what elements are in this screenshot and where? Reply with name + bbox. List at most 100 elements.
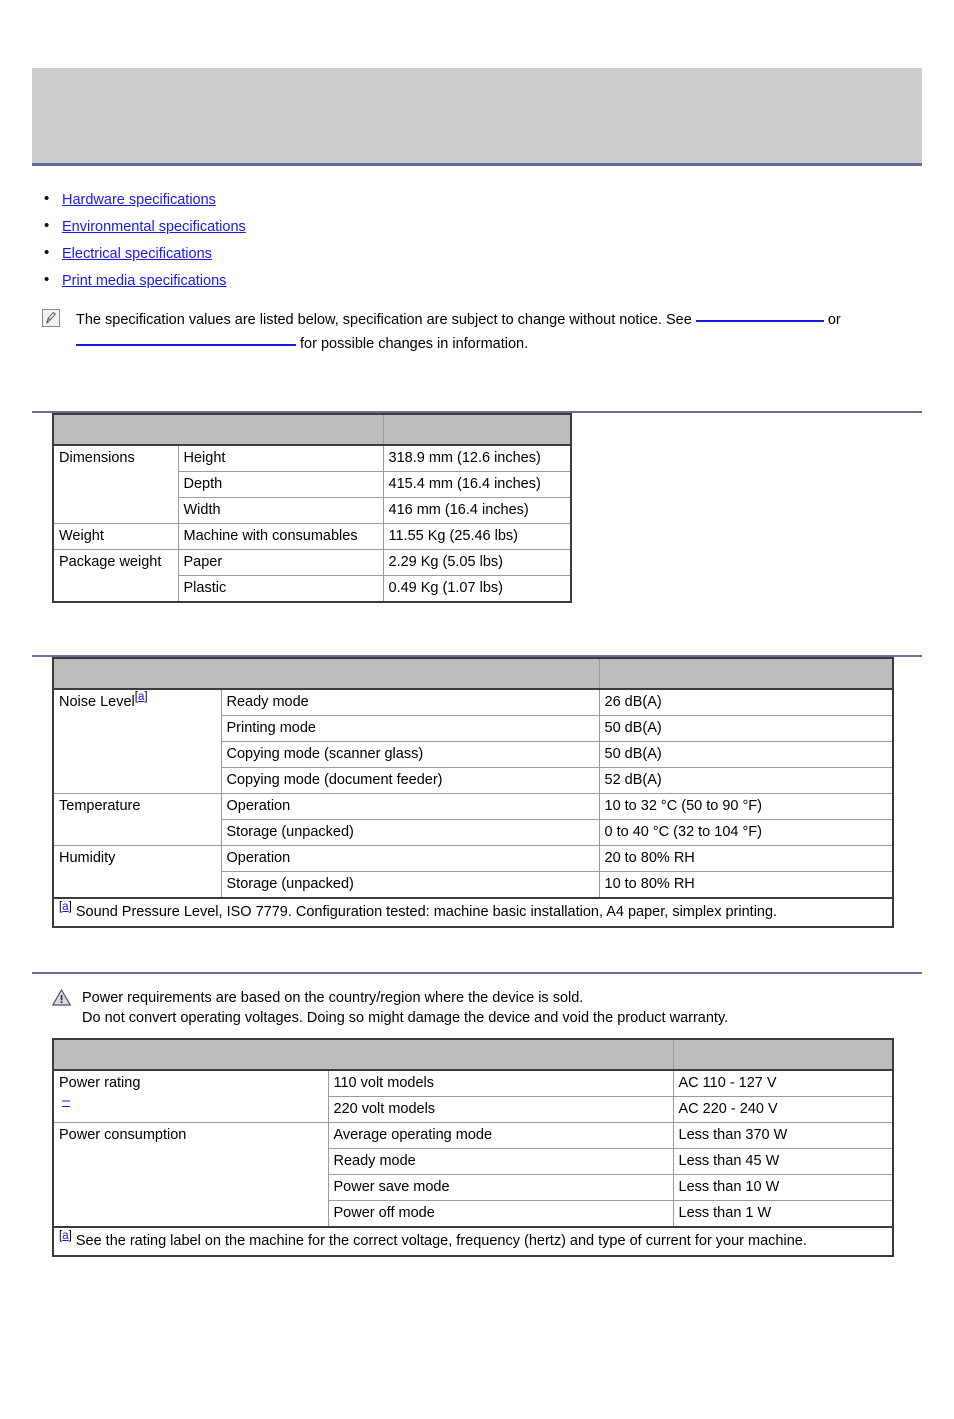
- row-label-dimensions: Dimensions: [52, 444, 179, 524]
- table-row: Power consumption Average operating mode…: [52, 1122, 894, 1228]
- page-header-banner: [32, 68, 922, 166]
- row-sublabel: Ready mode: [327, 1148, 674, 1175]
- toc-link-environmental-specifications[interactable]: Environmental specifications: [62, 219, 246, 235]
- table-footnote: [a] Sound Pressure Level, ISO 7779. Conf…: [52, 897, 894, 928]
- row-value: 415.4 mm (16.4 inches): [382, 471, 572, 498]
- row-sublabel: Copying mode (document feeder): [220, 767, 600, 794]
- row-value: 0 to 40 °C (32 to 104 °F): [598, 819, 894, 846]
- row-value: 26 dB(A): [598, 688, 894, 716]
- table-footnote-row: [a] Sound Pressure Level, ISO 7779. Conf…: [52, 897, 894, 928]
- footnote-ref-link[interactable]: a: [138, 691, 144, 703]
- note-blank-link-1[interactable]: [695, 307, 824, 322]
- environmental-specifications-section: Noise Level[a] Ready mode 26 dB(A) Print…: [52, 657, 954, 928]
- table-row: Temperature Operation 10 to 32 °C (50 to…: [52, 793, 894, 846]
- row-value: Less than 45 W: [672, 1148, 894, 1175]
- row-label-power-rating: Power rating –: [52, 1069, 329, 1123]
- electrical-warning-text: Power requirements are based on the coun…: [52, 988, 954, 1028]
- row-sublabel: Machine with consumables: [177, 523, 384, 550]
- note-text-part2: or: [823, 312, 841, 328]
- row-sublabel: Height: [177, 444, 384, 472]
- section-divider-electrical: [32, 972, 922, 974]
- note-blank-link-2[interactable]: [76, 331, 296, 346]
- row-sublabel: Average operating mode: [327, 1122, 674, 1149]
- footnote-marker-link[interactable]: a: [62, 1230, 68, 1242]
- row-sublabel: Ready mode: [220, 688, 600, 716]
- row-sublabel: Storage (unpacked): [220, 819, 600, 846]
- table-row: Weight Machine with consumables 11.55 Kg…: [52, 523, 572, 550]
- row-value: 10 to 32 °C (50 to 90 °F): [598, 793, 894, 820]
- row-sublabel: 110 volt models: [327, 1069, 674, 1097]
- row-sublabel: Power save mode: [327, 1174, 674, 1201]
- note-pen-icon: [42, 309, 60, 327]
- row-value: 20 to 80% RH: [598, 845, 894, 872]
- row-value: 50 dB(A): [598, 741, 894, 768]
- row-sublabel: Paper: [177, 549, 384, 576]
- table-of-contents: Hardware specifications Environmental sp…: [0, 191, 954, 289]
- header-cell-category: [52, 657, 600, 690]
- hardware-specifications-table: Dimensions Height 318.9 mm (12.6 inches)…: [52, 413, 572, 603]
- footnote-marker: [a]: [59, 901, 72, 914]
- row-label-humidity: Humidity: [52, 845, 222, 899]
- header-cell-category: [52, 1038, 674, 1071]
- table-row: Power rating – 110 volt models AC 110 - 1…: [52, 1069, 894, 1123]
- row-sublabel: Operation: [220, 845, 600, 872]
- row-value: 10 to 80% RH: [598, 871, 894, 899]
- warning-line-1: Power requirements are based on the coun…: [82, 990, 584, 1006]
- hardware-specifications-section: Dimensions Height 318.9 mm (12.6 inches)…: [52, 413, 954, 603]
- row-label-weight: Weight: [52, 523, 179, 550]
- footnote-marker-link[interactable]: a: [62, 901, 68, 913]
- header-cell-value: [598, 657, 894, 690]
- row-sublabel: Width: [177, 497, 384, 524]
- table-row: Noise Level[a] Ready mode 26 dB(A): [52, 688, 894, 794]
- row-sublabel: Power off mode: [327, 1200, 674, 1228]
- row-value: 0.49 Kg (1.07 lbs): [382, 575, 572, 603]
- note-text-part1: The specification values are listed belo…: [76, 312, 696, 328]
- row-value: 11.55 Kg (25.46 lbs): [382, 523, 572, 550]
- list-item: Electrical specifications: [44, 245, 954, 262]
- row-label-noise-level: Noise Level[a]: [52, 688, 222, 794]
- row-value: AC 110 - 127 V: [672, 1069, 894, 1097]
- warning-line-2: Do not convert operating voltages. Doing…: [82, 1010, 729, 1026]
- note-text-part3: for possible changes in information.: [296, 336, 529, 352]
- note-text: The specification values are listed belo…: [48, 307, 948, 355]
- footnote-text: See the rating label on the machine for …: [75, 1233, 807, 1249]
- table-row: Package weight Paper 2.29 Kg (5.05 lbs): [52, 549, 572, 603]
- footnote-marker: [a]: [59, 1230, 72, 1243]
- row-sublabel: Plastic: [177, 575, 384, 603]
- toc-link-print-media-specifications[interactable]: Print media specifications: [62, 273, 226, 289]
- warning-triangle-icon: [52, 989, 71, 1006]
- page-title: [32, 68, 922, 84]
- header-cell-value: [672, 1038, 894, 1071]
- toc-link-hardware-specifications[interactable]: Hardware specifications: [62, 192, 216, 208]
- toc-link-electrical-specifications[interactable]: Electrical specifications: [62, 246, 212, 262]
- row-value: Less than 10 W: [672, 1174, 894, 1201]
- row-sublabel: Copying mode (scanner glass): [220, 741, 600, 768]
- row-value: 416 mm (16.4 inches): [382, 497, 572, 524]
- footnote-text: Sound Pressure Level, ISO 7779. Configur…: [75, 904, 778, 920]
- row-sublabel: Operation: [220, 793, 600, 820]
- power-rating-footnote-link[interactable]: –: [62, 1092, 73, 1110]
- row-label-text: Noise Level: [59, 694, 135, 710]
- electrical-specifications-section: Power rating – 110 volt models AC 110 - 1…: [52, 1038, 954, 1257]
- list-item: Environmental specifications: [44, 218, 954, 235]
- row-value: 2.29 Kg (5.05 lbs): [382, 549, 572, 576]
- list-item: Print media specifications: [44, 272, 954, 289]
- row-sublabel: 220 volt models: [327, 1096, 674, 1123]
- table-footnote-row: [a] See the rating label on the machine …: [52, 1226, 894, 1257]
- row-value: Less than 1 W: [672, 1200, 894, 1228]
- row-value: 52 dB(A): [598, 767, 894, 794]
- note-block: The specification values are listed belo…: [0, 307, 948, 355]
- row-sublabel: Storage (unpacked): [220, 871, 600, 899]
- row-value: Less than 370 W: [672, 1122, 894, 1149]
- footnote-ref: [a]: [134, 691, 148, 704]
- header-cell-value: [382, 413, 572, 446]
- row-value: AC 220 - 240 V: [672, 1096, 894, 1123]
- row-label-text: Power rating: [59, 1075, 141, 1091]
- table-row: Humidity Operation 20 to 80% RH: [52, 845, 894, 899]
- electrical-specifications-table: Power rating – 110 volt models AC 110 - 1…: [52, 1038, 894, 1257]
- row-sublabel: Depth: [177, 471, 384, 498]
- table-footnote: [a] See the rating label on the machine …: [52, 1226, 894, 1257]
